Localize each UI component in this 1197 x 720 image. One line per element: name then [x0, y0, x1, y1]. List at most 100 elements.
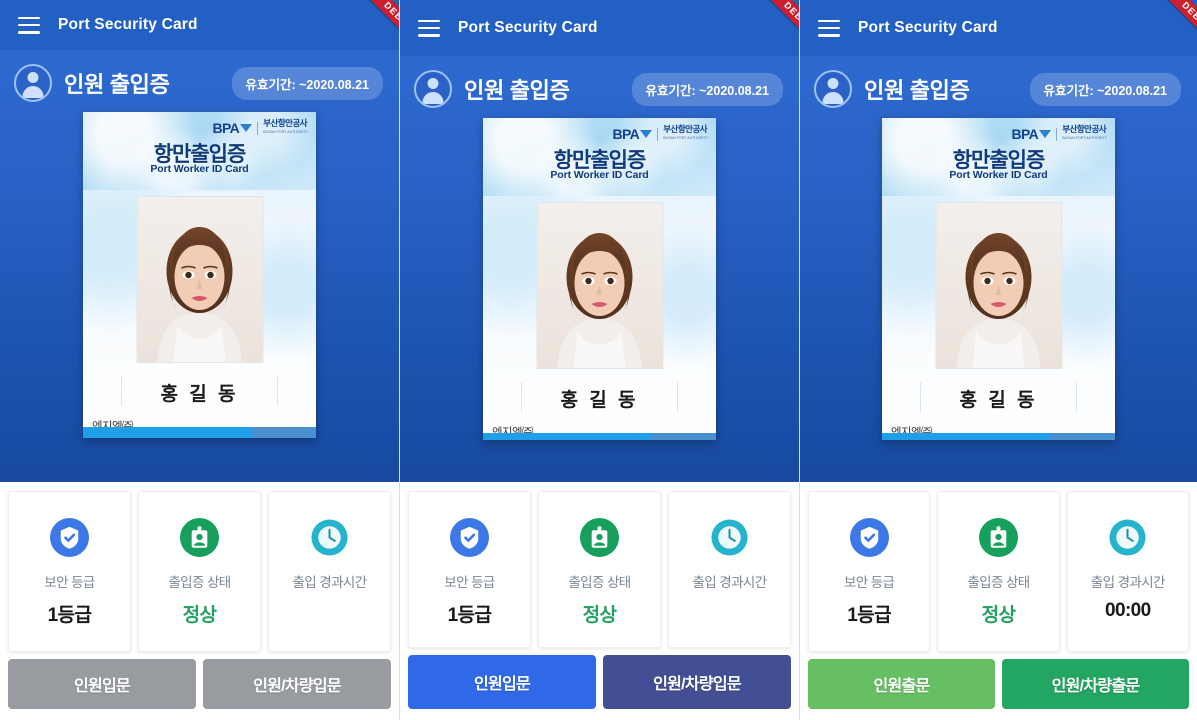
- id-portrait-photo: [935, 202, 1062, 369]
- id-card-header: BPA 부산항만공사 BUSAN PORT AUTHORITY 항만출입증 Po…: [83, 112, 316, 190]
- app-bar: Port Security Card DEBUG: [0, 0, 399, 60]
- info-card-row: 보안 등급 1등급 출입증 상태 정상: [0, 482, 399, 659]
- id-card-body: 홍 길 동 엔지엘㈜: [882, 196, 1115, 440]
- info-value: 정상: [182, 605, 217, 626]
- hero-section: 인원 출입증 유효기간: ~2020.08.21 BPA 부산항만공사 BUSA…: [0, 50, 399, 482]
- action-button-row: 인원출문 인원/차량출문: [800, 659, 1197, 720]
- validity-badge: 유효기간: ~2020.08.21: [231, 66, 383, 100]
- id-card-header: BPA 부산항만공사 BUSAN PORT AUTHORITY 항만출입증 Po…: [483, 118, 716, 196]
- bpa-divider: [1056, 127, 1058, 141]
- hero-header: 인원 출입증 유효기간: ~2020.08.21: [800, 56, 1197, 118]
- bpa-logo: BPA 부산항만공사 BUSAN PORT AUTHORITY: [1011, 125, 1107, 143]
- info-card-row: 보안 등급 1등급 출입증 상태 정상: [400, 482, 799, 655]
- info-label: 보안 등급: [44, 575, 95, 590]
- id-card[interactable]: BPA 부산항만공사 BUSAN PORT AUTHORITY 항만출입증 Po…: [483, 118, 716, 440]
- id-card-title-en: Port Worker ID Card: [550, 169, 649, 181]
- hamburger-menu-icon[interactable]: [18, 16, 40, 34]
- info-label: 보안 등급: [843, 575, 895, 590]
- info-label: 출입 경과시간: [692, 575, 767, 590]
- info-card-elapsed-time: 출입 경과시간 00:00: [1066, 491, 1189, 652]
- id-card-body: 홍 길 동 엔지엘㈜: [483, 196, 716, 440]
- info-label: 출입증 상태: [168, 575, 231, 590]
- id-card-wrapper: BPA 부산항만공사 BUSAN PORT AUTHORITY 항만출입증 Po…: [0, 112, 399, 438]
- holder-name-row: 홍 길 동: [83, 370, 316, 414]
- screen-disabled: Port Security Card DEBUG 인원 출입증 유효기간: ~2…: [0, 0, 400, 720]
- shield-check-icon: [849, 518, 889, 557]
- id-card-header: BPA 부산항만공사 BUSAN PORT AUTHORITY 항만출입증 Po…: [882, 118, 1115, 196]
- info-card-row: 보안 등급 1등급 출입증 상태 정상: [800, 482, 1197, 659]
- debug-ribbon: DEBUG: [737, 0, 799, 62]
- person-vehicle-exit-button[interactable]: 인원/차량출문: [1002, 659, 1189, 709]
- id-badge-icon: [580, 518, 619, 557]
- hero-section: 인원 출입증 유효기간: ~2020.08.21 BPA 부산항만공사 BUSA…: [800, 56, 1197, 482]
- app-bar-title: Port Security Card: [458, 19, 598, 36]
- hero-header: 인원 출입증 유효기간: ~2020.08.21: [0, 50, 399, 112]
- id-badge-icon: [978, 518, 1018, 557]
- id-card[interactable]: BPA 부산항만공사 BUSAN PORT AUTHORITY 항만출입증 Po…: [83, 112, 316, 438]
- info-card-elapsed-time: 출입 경과시간: [268, 491, 391, 652]
- info-label: 출입 경과시간: [292, 575, 367, 590]
- screens-container: Port Security Card DEBUG 인원 출입증 유효기간: ~2…: [0, 0, 1197, 720]
- bpa-org-name: 부산항만공사 BUSAN PORT AUTHORITY: [663, 124, 708, 141]
- validity-badge: 유효기간: ~2020.08.21: [1029, 72, 1181, 106]
- info-value: 1등급: [447, 605, 492, 626]
- bpa-logo: BPA 부산항만공사 BUSAN PORT AUTHORITY: [612, 125, 708, 143]
- validity-badge: 유효기간: ~2020.08.21: [631, 72, 783, 106]
- bpa-triangle-icon: [240, 124, 253, 132]
- screen-exit: Port Security Card DEBUG 인원 출입증 유효기간: ~2…: [800, 0, 1197, 720]
- person-avatar-icon: [414, 70, 452, 108]
- bpa-triangle-icon: [1039, 130, 1052, 138]
- holder-name-row: 홍 길 동: [882, 376, 1115, 420]
- shield-check-icon: [450, 518, 489, 557]
- info-label: 출입증 상태: [967, 575, 1030, 590]
- info-card-security-level: 보안 등급 1등급: [8, 491, 131, 652]
- id-card-footer-bar: [483, 433, 716, 440]
- clock-icon: [1108, 518, 1147, 557]
- app-bar: Port Security Card DEBUG: [400, 0, 799, 60]
- id-card-body: 홍 길 동 엔지엘㈜: [83, 190, 316, 438]
- person-exit-button[interactable]: 인원출문: [808, 659, 995, 709]
- hamburger-menu-icon[interactable]: [418, 19, 440, 37]
- holder-name: 홍 길 동: [959, 389, 1038, 411]
- info-card-security-level: 보안 등급 1등급: [808, 491, 931, 652]
- person-entry-button[interactable]: 인원입문: [408, 655, 596, 709]
- debug-ribbon: DEBUG: [1135, 0, 1197, 62]
- clock-icon: [310, 518, 349, 557]
- bpa-divider: [257, 121, 259, 135]
- holder-name-row: 홍 길 동: [483, 376, 716, 420]
- info-value: 정상: [582, 605, 617, 626]
- hero-header: 인원 출입증 유효기간: ~2020.08.21: [400, 56, 799, 118]
- person-entry-button[interactable]: 인원입문: [8, 659, 196, 709]
- app-bar-title: Port Security Card: [58, 16, 198, 33]
- action-button-row: 인원입문 인원/차량입문: [0, 659, 399, 720]
- id-portrait-photo: [136, 196, 263, 363]
- info-label: 출입 경과시간: [1090, 575, 1166, 590]
- id-portrait-photo: [536, 202, 663, 369]
- id-badge-icon: [180, 518, 219, 557]
- person-avatar-icon: [14, 64, 52, 102]
- app-bar-title: Port Security Card: [858, 19, 998, 36]
- person-avatar-icon: [814, 70, 852, 108]
- app-bar: Port Security Card DEBUG: [800, 0, 1197, 60]
- hamburger-menu-icon[interactable]: [818, 19, 840, 37]
- info-card-pass-status: 출입증 상태 정상: [538, 491, 661, 648]
- info-value: 1등급: [847, 605, 892, 626]
- id-card-title-en: Port Worker ID Card: [949, 169, 1048, 181]
- debug-ribbon-label: DEBUG: [1154, 0, 1197, 60]
- id-card[interactable]: BPA 부산항만공사 BUSAN PORT AUTHORITY 항만출입증 Po…: [882, 118, 1115, 440]
- shield-check-icon: [50, 518, 89, 557]
- info-value: 정상: [981, 605, 1016, 626]
- person-vehicle-entry-button[interactable]: 인원/차량입문: [203, 659, 391, 709]
- id-card-footer-bar: [83, 427, 316, 438]
- hero-title: 인원 출입증: [64, 72, 170, 97]
- person-vehicle-entry-button[interactable]: 인원/차량입문: [603, 655, 791, 709]
- info-card-elapsed-time: 출입 경과시간: [668, 491, 791, 648]
- bpa-triangle-icon: [640, 130, 653, 138]
- hero-section: 인원 출입증 유효기간: ~2020.08.21 BPA 부산항만공사 BUSA…: [400, 56, 799, 482]
- info-value: 1등급: [47, 605, 92, 626]
- holder-name: 홍 길 동: [160, 383, 239, 405]
- info-value: 00:00: [1105, 600, 1151, 621]
- info-label: 출입증 상태: [568, 575, 631, 590]
- id-card-wrapper: BPA 부산항만공사 BUSAN PORT AUTHORITY 항만출입증 Po…: [400, 118, 799, 440]
- info-label: 보안 등급: [444, 575, 495, 590]
